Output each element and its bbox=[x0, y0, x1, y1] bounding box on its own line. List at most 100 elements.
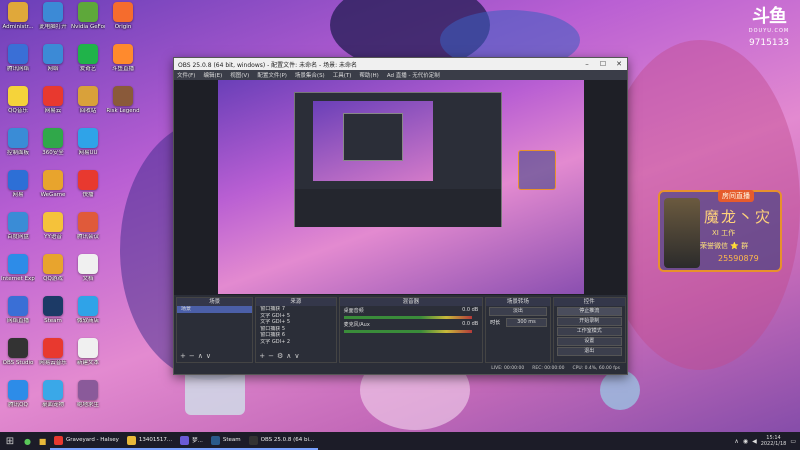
menu-item[interactable]: 工具(T) bbox=[333, 71, 352, 79]
desktop-icon[interactable]: 爱奇艺 bbox=[72, 44, 104, 86]
desktop-icon[interactable]: OBS Studio bbox=[2, 338, 34, 380]
desktop-icon[interactable]: 腾讯网络 bbox=[2, 44, 34, 86]
desktop-icon[interactable]: 绝地求生 bbox=[72, 380, 104, 422]
yy-icon bbox=[43, 212, 63, 232]
control-button[interactable]: 退出 bbox=[556, 347, 622, 356]
desktop-icon-label: 网络 bbox=[47, 66, 59, 72]
desktop-icon-label: 微软商店 bbox=[76, 318, 99, 324]
menu-item[interactable]: 配置文件(P) bbox=[257, 71, 287, 79]
scenes-dock-title: 场景 bbox=[177, 298, 253, 306]
menu-item[interactable]: Ad 直播 - 无代价定制 bbox=[387, 71, 440, 79]
transition-type-select[interactable]: 淡出 bbox=[489, 307, 547, 316]
desktop-icon[interactable]: 网络直播 bbox=[2, 296, 34, 338]
desktop-icon[interactable]: 网易云 bbox=[37, 86, 69, 128]
desktop-icon[interactable]: Administr... bbox=[2, 2, 34, 44]
desktop-icon[interactable]: QQ音乐 bbox=[2, 86, 34, 128]
minimize-icon[interactable]: – bbox=[579, 60, 595, 68]
scenes-dock-controls[interactable]: +−∧∨ bbox=[180, 352, 214, 360]
obs-window[interactable]: OBS 25.0.8 (64 bit, windows) - 配置文件: 未命名… bbox=[173, 57, 628, 375]
streamer-line-3: 25590879 bbox=[718, 254, 759, 263]
desktop-icon bbox=[107, 296, 139, 338]
tray-chevron-icon[interactable]: ∧ bbox=[734, 438, 738, 445]
menu-item[interactable]: 视图(V) bbox=[230, 71, 249, 79]
desktop-icon[interactable]: YY语音 bbox=[37, 212, 69, 254]
control-button[interactable]: 工作室模式 bbox=[556, 327, 622, 336]
sources-dock-controls[interactable]: +−⚙∧∨ bbox=[259, 352, 302, 360]
taskbar-task[interactable]: Steam bbox=[206, 432, 245, 450]
desktop-icon-label: 新建文本 bbox=[76, 360, 99, 366]
network-icon bbox=[8, 44, 28, 64]
control-button[interactable]: 停止推流 bbox=[556, 307, 622, 316]
taskbar-task[interactable]: Graveyard - Halsey bbox=[50, 432, 123, 450]
volume-meter[interactable] bbox=[343, 330, 472, 333]
volume-meter[interactable] bbox=[343, 316, 472, 319]
taskbar-task[interactable]: 13401517... bbox=[122, 432, 177, 450]
netease-mail-icon bbox=[8, 170, 28, 190]
globe-icon bbox=[43, 44, 63, 64]
streamer-line-1: XI 工作 bbox=[712, 229, 736, 237]
taskbar-task-label: 梦... bbox=[192, 438, 203, 444]
desktop-icon-label: 腾讯会议 bbox=[76, 234, 99, 240]
desktop-icon[interactable]: 快播 bbox=[72, 170, 104, 212]
source-item[interactable]: 文字 GDI+ 2 bbox=[256, 339, 335, 346]
menu-item[interactable]: 文件(F) bbox=[177, 71, 195, 79]
transition-duration-input[interactable]: 300 ms bbox=[506, 318, 547, 327]
desktop-icon[interactable]: 网易UU bbox=[72, 128, 104, 170]
menu-item[interactable]: 场景集合(S) bbox=[295, 71, 325, 79]
desktop-icon[interactable]: 斗鱼直播 bbox=[107, 44, 139, 86]
menu-item[interactable]: 编辑(E) bbox=[203, 71, 222, 79]
desktop-icon[interactable]: 控制面板 bbox=[2, 128, 34, 170]
menu-item[interactable]: 帮助(H) bbox=[359, 71, 378, 79]
desktop-icon bbox=[107, 254, 139, 296]
desktop-icon[interactable]: Steam bbox=[37, 296, 69, 338]
desktop-icon[interactable]: 此电脑打开 bbox=[37, 2, 69, 44]
origin-icon bbox=[113, 2, 133, 22]
start-button[interactable]: ⊞ bbox=[0, 432, 20, 450]
control-button[interactable]: 开始录制 bbox=[556, 317, 622, 326]
taskbar-task-label: 13401517... bbox=[138, 437, 173, 443]
folder-icon[interactable]: ■ bbox=[35, 432, 50, 450]
desktop-icon[interactable]: 回收站 bbox=[72, 86, 104, 128]
desktop-icon[interactable]: 360安全 bbox=[37, 128, 69, 170]
netease-music-icon bbox=[43, 338, 63, 358]
desktop-icon[interactable]: QQ游戏 bbox=[37, 254, 69, 296]
desktop-icon[interactable]: Nvidia GeForce bbox=[71, 2, 105, 44]
scene-item[interactable]: 场景 bbox=[177, 306, 253, 313]
close-icon[interactable]: ✕ bbox=[611, 60, 627, 68]
preview-canvas[interactable] bbox=[218, 80, 584, 294]
desktop-icon[interactable]: 网络 bbox=[37, 44, 69, 86]
obs-preview[interactable] bbox=[174, 80, 627, 295]
mixer-dock-title: 混音器 bbox=[339, 298, 483, 306]
desktop-icon[interactable]: 微软商店 bbox=[72, 296, 104, 338]
desktop-icon-label: 网易云 bbox=[44, 108, 62, 114]
desktop-icon[interactable]: 文档 bbox=[72, 254, 104, 296]
taskbar-task[interactable]: OBS 25.0.8 (64 bi... bbox=[244, 432, 319, 450]
notification-icon[interactable]: ▭ bbox=[790, 438, 796, 445]
desktop-icon-label: 360安全 bbox=[42, 150, 64, 156]
scenes-dock: 场景 场景 +−∧∨ bbox=[176, 297, 254, 363]
desktop-icon-label: 此电脑打开 bbox=[39, 24, 67, 30]
blank-icon bbox=[113, 212, 133, 232]
control-button[interactable]: 设置 bbox=[556, 337, 622, 346]
tray-network-icon[interactable]: ◉ bbox=[743, 438, 748, 445]
mixer-track-name: 麦克风/Aux bbox=[343, 322, 370, 328]
desktop-icon[interactable]: 百度网盘 bbox=[2, 212, 34, 254]
obs-titlebar[interactable]: OBS 25.0.8 (64 bit, windows) - 配置文件: 未命名… bbox=[174, 58, 627, 70]
taskbar-task-label: Graveyard - Halsey bbox=[66, 437, 119, 443]
desktop-icon[interactable]: Internet Explorer bbox=[1, 254, 35, 296]
desktop-icon[interactable]: WeGame bbox=[37, 170, 69, 212]
desktop-icon[interactable]: 网易云音乐 bbox=[37, 338, 69, 380]
desktop-icon[interactable]: Risk Legend bbox=[106, 86, 140, 128]
desktop-icon[interactable]: 网易 bbox=[2, 170, 34, 212]
desktop-icon[interactable]: Origin bbox=[107, 2, 139, 44]
desktop-icon[interactable]: 腾讯会议 bbox=[72, 212, 104, 254]
windows-icon[interactable]: ● bbox=[20, 432, 35, 450]
tray-volume-icon[interactable]: ◀ bbox=[752, 438, 757, 445]
desktop-icon[interactable]: 桌面宠物 bbox=[37, 380, 69, 422]
taskbar-task[interactable]: 梦... bbox=[176, 432, 207, 450]
desktop-icon[interactable]: 腾讯QQ bbox=[2, 380, 34, 422]
clock[interactable]: 15:14 2022/1/18 bbox=[761, 435, 787, 447]
maximize-icon[interactable]: ☐ bbox=[595, 60, 611, 68]
uu-icon bbox=[78, 128, 98, 148]
desktop-icon[interactable]: 新建文本 bbox=[72, 338, 104, 380]
